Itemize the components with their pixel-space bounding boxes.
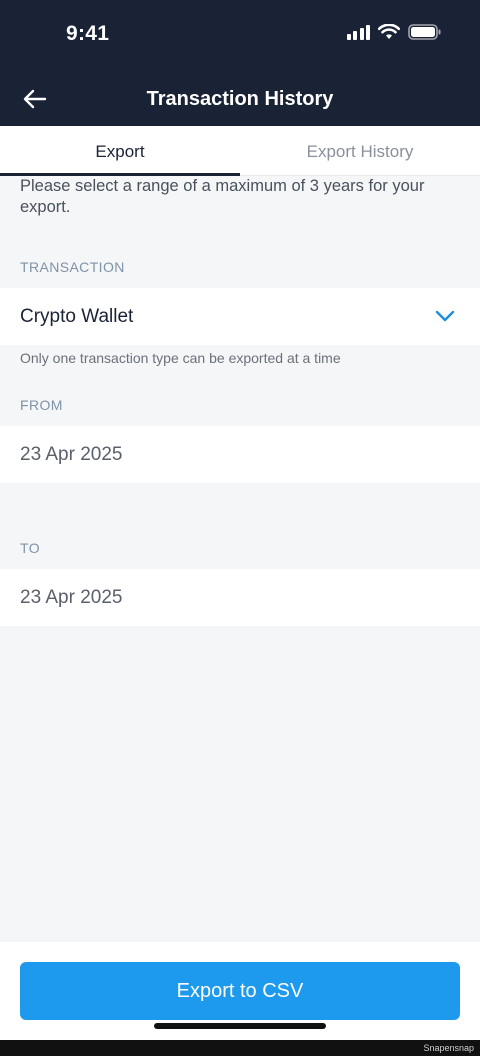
tab-bar: Export Export History xyxy=(0,126,480,176)
to-date-field[interactable]: 23 Apr 2025 xyxy=(0,569,480,626)
footer-strip xyxy=(0,1040,480,1056)
from-label: FROM xyxy=(20,397,63,413)
transaction-select[interactable]: Crypto Wallet xyxy=(0,288,480,345)
wifi-icon xyxy=(378,24,400,39)
transaction-helper-text: Only one transaction type can be exporte… xyxy=(20,350,341,366)
to-label: TO xyxy=(20,540,40,556)
tab-export[interactable]: Export xyxy=(0,126,240,176)
chevron-down-icon xyxy=(435,310,455,322)
battery-icon xyxy=(408,24,441,40)
app-header: 9:41 Transaction History xyxy=(0,0,480,126)
home-indicator[interactable] xyxy=(154,1023,326,1029)
from-date-value: 23 Apr 2025 xyxy=(20,443,123,465)
status-time: 9:41 xyxy=(66,22,110,45)
from-date-field[interactable]: 23 Apr 2025 xyxy=(0,426,480,483)
cellular-signal-icon xyxy=(346,24,370,40)
export-csv-button[interactable]: Export to CSV xyxy=(20,962,460,1020)
range-info-text: Please select a range of a maximum of 3 … xyxy=(20,177,425,216)
transaction-label: TRANSACTION xyxy=(20,259,125,275)
tab-export-history[interactable]: Export History xyxy=(240,126,480,175)
to-date-value: 23 Apr 2025 xyxy=(20,586,123,608)
status-icons xyxy=(346,24,443,40)
watermark: Snapensnap xyxy=(423,1043,474,1053)
screen: 9:41 Transaction History Export Export H… xyxy=(0,0,480,1056)
page-title: Transaction History xyxy=(146,88,334,110)
transaction-value: Crypto Wallet xyxy=(20,305,134,327)
